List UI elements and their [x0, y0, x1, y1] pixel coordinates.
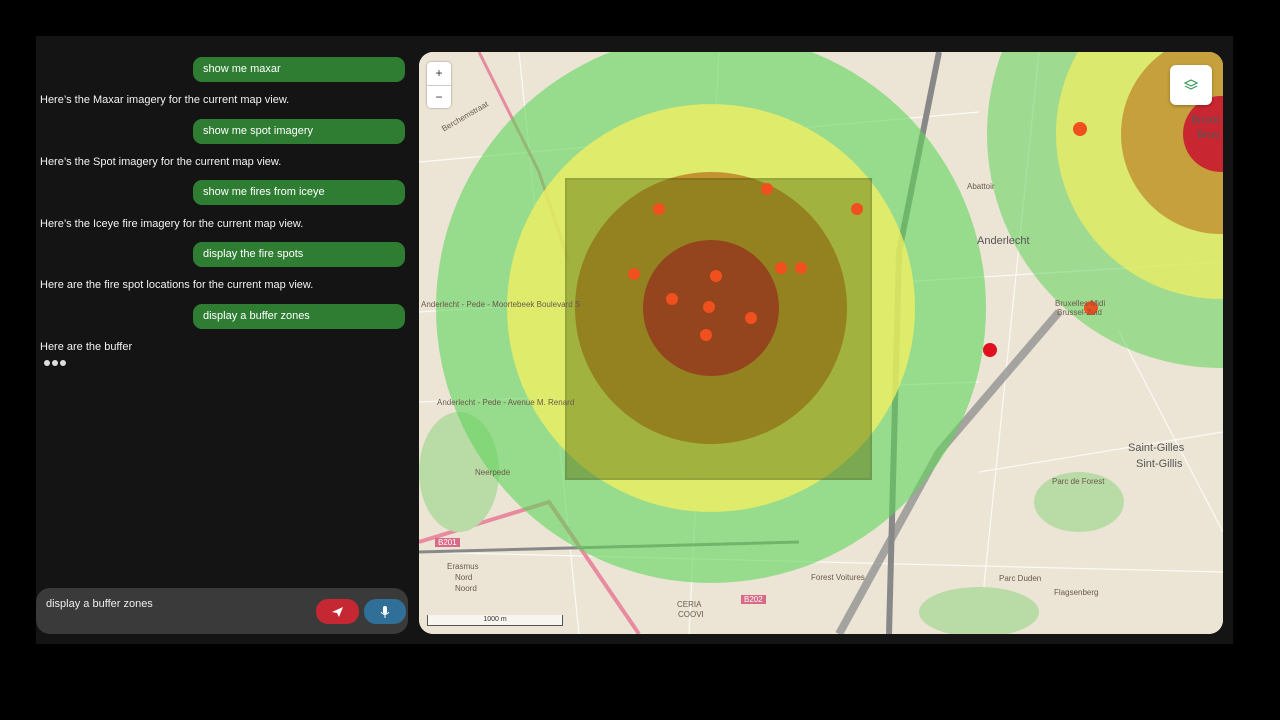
- fire-spot: [703, 301, 715, 313]
- place-label: Bruxe: [1191, 114, 1220, 126]
- layers-icon: [1183, 79, 1199, 90]
- microphone-icon: [380, 606, 390, 618]
- user-message: display the fire spots: [193, 242, 405, 267]
- station-label: Erasmus: [447, 562, 479, 571]
- scale-bar: 1000 m: [427, 615, 563, 626]
- typing-indicator: [44, 358, 70, 368]
- place-label: Flagsenberg: [1054, 588, 1099, 597]
- place-label: COOVI: [678, 610, 704, 619]
- app-window: show me maxar Here’s the Maxar imagery f…: [36, 36, 1233, 644]
- user-message: show me spot imagery: [193, 119, 405, 144]
- fire-spot: [775, 262, 787, 274]
- fire-spot: [628, 268, 640, 280]
- station-label: Forest Voitures: [811, 573, 865, 582]
- user-message: show me fires from iceye: [193, 180, 405, 205]
- fire-spot: [851, 203, 863, 215]
- park-label: Parc de Forest: [1052, 477, 1105, 486]
- assistant-message: Here’s the Maxar imagery for the current…: [40, 94, 290, 106]
- assistant-message: Here are the buffer: [40, 341, 133, 353]
- road-label: B202: [741, 595, 766, 604]
- place-label: Neerpede: [475, 468, 511, 477]
- zoom-in-button[interactable]: +: [427, 62, 451, 86]
- park-label: Parc Duden: [999, 574, 1042, 583]
- user-message: show me maxar: [193, 57, 405, 82]
- layers-button[interactable]: [1170, 65, 1212, 105]
- station-label: Bruxelles-Midi: [1055, 299, 1106, 308]
- map-canvas: [419, 52, 1223, 634]
- station-label: Nord: [455, 573, 473, 582]
- place-label: CERIA: [677, 600, 702, 609]
- buffer-zone-main: [436, 52, 986, 583]
- road-label: B201: [435, 538, 460, 547]
- chat-panel: show me maxar Here’s the Maxar imagery f…: [36, 36, 412, 644]
- fire-spot: [795, 262, 807, 274]
- zoom-control: + −: [427, 62, 451, 108]
- place-label: Saint-Gilles: [1128, 442, 1185, 454]
- microphone-button[interactable]: [364, 599, 406, 624]
- map-view[interactable]: Berchemstraat Anderlecht Abattoir Bruxel…: [419, 52, 1223, 634]
- send-icon: [332, 607, 343, 617]
- assistant-message: Here’s the Iceye fire imagery for the cu…: [40, 218, 304, 230]
- fire-spot: [700, 329, 712, 341]
- place-label: Abattoir: [967, 182, 995, 191]
- fire-spot: [666, 293, 678, 305]
- place-label: Bruv: [1197, 129, 1220, 141]
- fire-spot: [761, 183, 773, 195]
- user-message: display a buffer zones: [193, 304, 405, 329]
- fire-spot: [1073, 122, 1087, 136]
- fire-spot: [710, 270, 722, 282]
- send-button[interactable]: [316, 599, 359, 624]
- fire-spot: [653, 203, 665, 215]
- fire-spot: [745, 312, 757, 324]
- street-label: Anderlecht - Pede - Moortebeek Boulevard…: [421, 300, 581, 309]
- zoom-out-button[interactable]: −: [427, 86, 451, 109]
- chat-input[interactable]: display a buffer zones: [46, 598, 153, 610]
- assistant-message: Here’s the Spot imagery for the current …: [40, 156, 282, 168]
- station-label: Brussel-Zuid: [1057, 308, 1102, 317]
- station-label: Noord: [455, 584, 477, 593]
- place-label: Sint-Gillis: [1136, 458, 1183, 470]
- street-label: Anderlecht - Pede - Avenue M. Renard: [437, 398, 575, 407]
- place-label: Anderlecht: [977, 235, 1030, 247]
- assistant-message: Here are the fire spot locations for the…: [40, 279, 314, 291]
- fire-spot: [983, 343, 997, 357]
- chat-input-bar: display a buffer zones: [36, 588, 408, 634]
